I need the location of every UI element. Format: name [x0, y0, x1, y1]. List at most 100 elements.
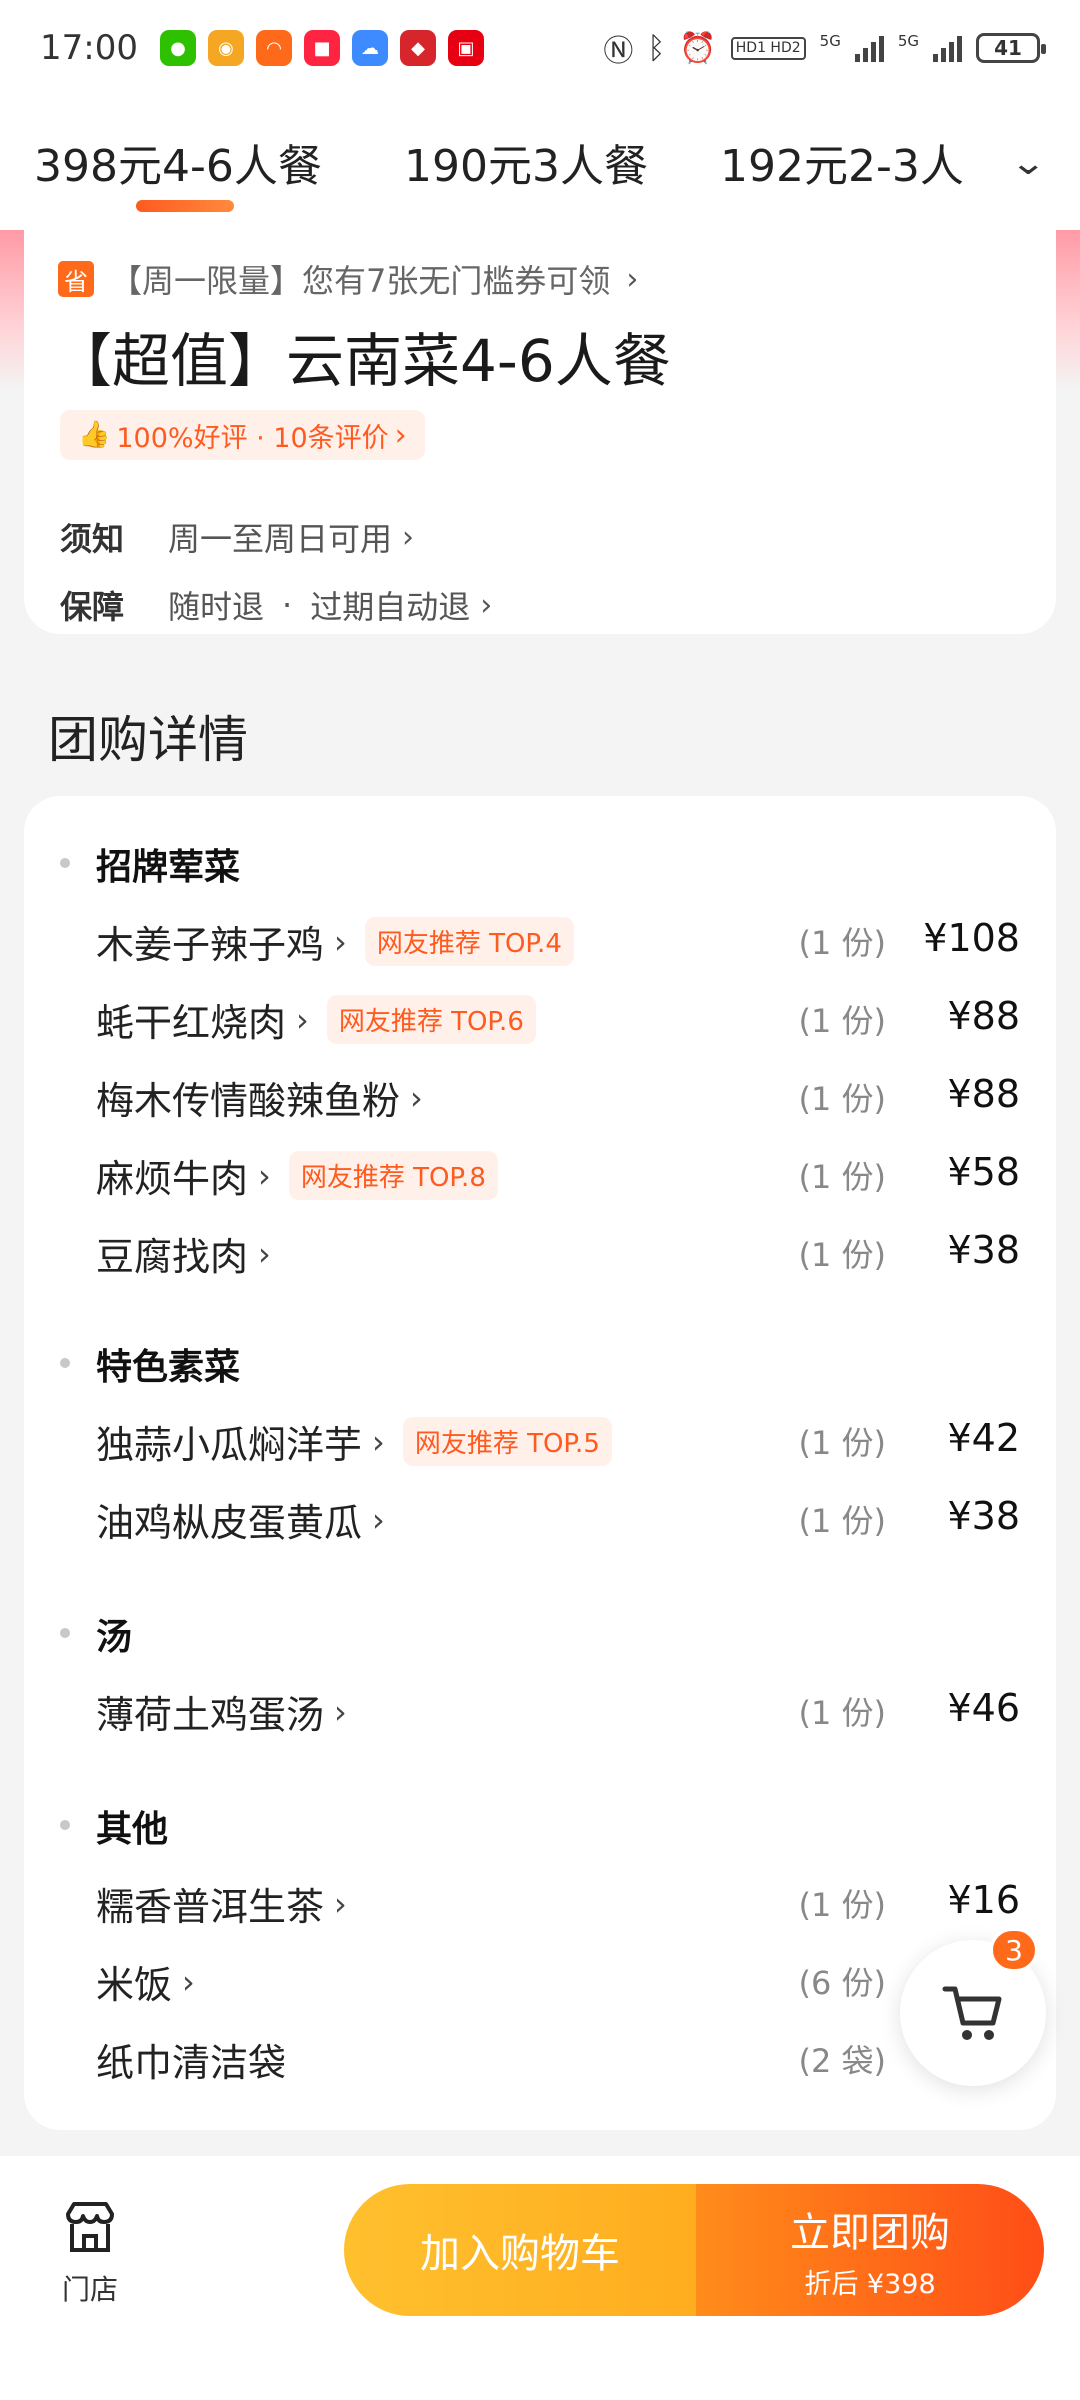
buy-now-label: 立即团购	[790, 2209, 950, 2256]
menu-item[interactable]: 麻烦牛肉 › 网友推荐 TOP.8 (1 份) ¥58	[24, 1142, 1056, 1202]
item-price: ¥16	[947, 1878, 1020, 1922]
item-price: ¥38	[947, 1228, 1020, 1272]
item-name: 油鸡枞皮蛋黄瓜	[96, 1501, 363, 1545]
item-name-row: 纸巾清洁袋	[96, 2032, 286, 2087]
thumbs-up-icon: 👍	[78, 420, 111, 450]
guarantee-value-2: 过期自动退	[310, 588, 471, 626]
group-title: 特色素菜	[96, 1347, 241, 1388]
item-quantity: (1 份)	[798, 1424, 886, 1462]
active-tab-indicator	[136, 200, 234, 212]
recommend-tag: 网友推荐 TOP.5	[402, 1417, 612, 1466]
bullet-dot	[60, 1358, 70, 1368]
menu-item[interactable]: 独蒜小瓜焖洋芋 › 网友推荐 TOP.5 (1 份) ¥42	[24, 1408, 1056, 1468]
menu-item[interactable]: 木姜子辣子鸡 › 网友推荐 TOP.4 (1 份) ¥108	[24, 908, 1056, 968]
weather-icon: ☁	[351, 30, 388, 66]
weibo-icon: ◉	[207, 30, 244, 66]
notice-row[interactable]: 须知 周一至周日可用 ›	[60, 514, 414, 560]
chevron-right-icon: ›	[480, 587, 493, 623]
group-detail-heading: 团购详情	[48, 711, 248, 769]
chevron-right-icon: ›	[372, 1422, 385, 1461]
tab-package-1[interactable]: 398元4-6人餐	[34, 130, 322, 194]
save-icon: 省	[58, 261, 94, 297]
recommend-tag: 网友推荐 TOP.4	[364, 917, 574, 966]
item-price: ¥42	[947, 1416, 1020, 1460]
item-quantity: (2 袋)	[798, 2042, 886, 2080]
item-name-row: 豆腐找肉 ›	[96, 1226, 271, 1281]
item-name-row: 独蒜小瓜焖洋芋 › 网友推荐 TOP.5	[96, 1414, 612, 1469]
item-price: ¥38	[947, 1494, 1020, 1538]
shopping-icon: ▣	[447, 30, 484, 66]
item-name: 木姜子辣子鸡	[96, 923, 325, 967]
hd-indicator: HD1 HD2	[730, 36, 806, 60]
item-name-row: 米饭 ›	[96, 1954, 195, 2009]
group-title: 其他	[96, 1809, 169, 1850]
group-detail-card: 招牌荤菜 木姜子辣子鸡 › 网友推荐 TOP.4 (1 份) ¥108 蚝干红烧…	[24, 796, 1056, 2130]
store-label: 门店	[61, 2273, 118, 2306]
menu-item[interactable]: 糯香普洱生茶 › (1 份) ¥16	[24, 1870, 1056, 1930]
chevron-right-icon: ›	[258, 1234, 271, 1273]
item-name-row: 蚝干红烧肉 › 网友推荐 TOP.6	[96, 992, 536, 1047]
cart-icon	[942, 1986, 1002, 2040]
bank-icon: ◆	[399, 30, 436, 66]
item-name: 独蒜小瓜焖洋芋	[96, 1423, 363, 1467]
item-name: 豆腐找肉	[96, 1235, 249, 1279]
tab-package-3[interactable]: 192元2-3人	[720, 130, 964, 194]
coupon-banner[interactable]: 省 【周一限量】您有7张无门槛券可领 ›	[58, 256, 638, 302]
menu-item[interactable]: 梅木传情酸辣鱼粉 › (1 份) ¥88	[24, 1064, 1056, 1124]
tabs-expand-button[interactable]: ⌄	[960, 96, 1080, 230]
group-title: 汤	[96, 1617, 133, 1658]
nfc-icon: Ⓝ	[603, 34, 634, 69]
item-quantity: (1 份)	[798, 1236, 886, 1274]
item-name-row: 麻烦牛肉 › 网友推荐 TOP.8	[96, 1148, 498, 1203]
item-name: 糯香普洱生茶	[96, 1885, 325, 1929]
menu-item[interactable]: 蚝干红烧肉 › 网友推荐 TOP.6 (1 份) ¥88	[24, 986, 1056, 1046]
item-quantity: (1 份)	[798, 1694, 886, 1732]
chevron-right-icon: ›	[626, 261, 639, 297]
add-to-cart-button[interactable]: 加入购物车	[344, 2184, 696, 2316]
item-name: 纸巾清洁袋	[96, 2041, 287, 2085]
buy-now-button[interactable]: 立即团购 折后 ¥398	[696, 2184, 1044, 2316]
item-price: ¥88	[947, 1072, 1020, 1116]
rating-badge[interactable]: 👍 100%好评 · 10条评价 ›	[60, 410, 425, 460]
battery-icon: 41	[976, 33, 1046, 63]
item-quantity: (1 份)	[798, 1080, 886, 1118]
item-name-row: 油鸡枞皮蛋黄瓜 ›	[96, 1492, 385, 1547]
store-button[interactable]: 门店	[50, 2200, 130, 2308]
item-name-row: 薄荷土鸡蛋汤 ›	[96, 1684, 347, 1739]
chevron-right-icon: ›	[394, 417, 407, 453]
item-quantity: (1 份)	[798, 1502, 886, 1540]
chevron-right-icon: ›	[334, 1884, 347, 1923]
menu-item[interactable]: 薄荷土鸡蛋汤 › (1 份) ¥46	[24, 1678, 1056, 1738]
bullet-dot	[60, 1820, 70, 1830]
notification-icons: ● ◉ ◠ ■ ☁ ◆ ▣	[159, 30, 484, 66]
bottom-action-bar: 门店 加入购物车 立即团购 折后 ¥398	[0, 2156, 1080, 2400]
item-name: 薄荷土鸡蛋汤	[96, 1693, 325, 1737]
item-name-row: 梅木传情酸辣鱼粉 ›	[96, 1070, 423, 1125]
tab-package-2[interactable]: 190元3人餐	[404, 130, 648, 194]
recommend-tag: 网友推荐 TOP.8	[288, 1151, 498, 1200]
menu-item[interactable]: 豆腐找肉 › (1 份) ¥38	[24, 1220, 1056, 1280]
chevron-right-icon: ›	[402, 519, 415, 555]
alarm-icon: ⏰	[679, 30, 717, 66]
bluetooth-icon: ᛒ	[647, 30, 666, 66]
bullet-dot	[60, 1628, 70, 1638]
separator-dot: ·	[282, 586, 293, 624]
chevron-right-icon: ›	[182, 1962, 195, 2001]
guarantee-label: 保障	[60, 588, 125, 626]
item-price: ¥108	[923, 916, 1020, 960]
group-title: 招牌荤菜	[96, 847, 241, 888]
bullet-dot	[60, 858, 70, 868]
item-price: ¥88	[947, 994, 1020, 1038]
rating-text: 100%好评 · 10条评价	[116, 422, 389, 454]
menu-item[interactable]: 油鸡枞皮蛋黄瓜 › (1 份) ¥38	[24, 1486, 1056, 1546]
guarantee-row[interactable]: 保障 随时退 · 过期自动退 ›	[60, 582, 492, 628]
recommend-tag: 网友推荐 TOP.6	[326, 995, 536, 1044]
item-quantity: (1 份)	[798, 1158, 886, 1196]
notice-value: 周一至周日可用	[168, 520, 393, 558]
item-name: 梅木传情酸辣鱼粉	[96, 1079, 401, 1123]
item-name: 米饭	[96, 1963, 173, 2007]
item-name: 蚝干红烧肉	[96, 1001, 287, 1045]
status-bar: 17:00 ● ◉ ◠ ■ ☁ ◆ ▣ Ⓝ ᛒ ⏰ HD1 HD2 5G 5G …	[0, 0, 1080, 96]
item-quantity: (1 份)	[798, 924, 886, 962]
xiaohongshu-icon: ■	[303, 30, 340, 66]
